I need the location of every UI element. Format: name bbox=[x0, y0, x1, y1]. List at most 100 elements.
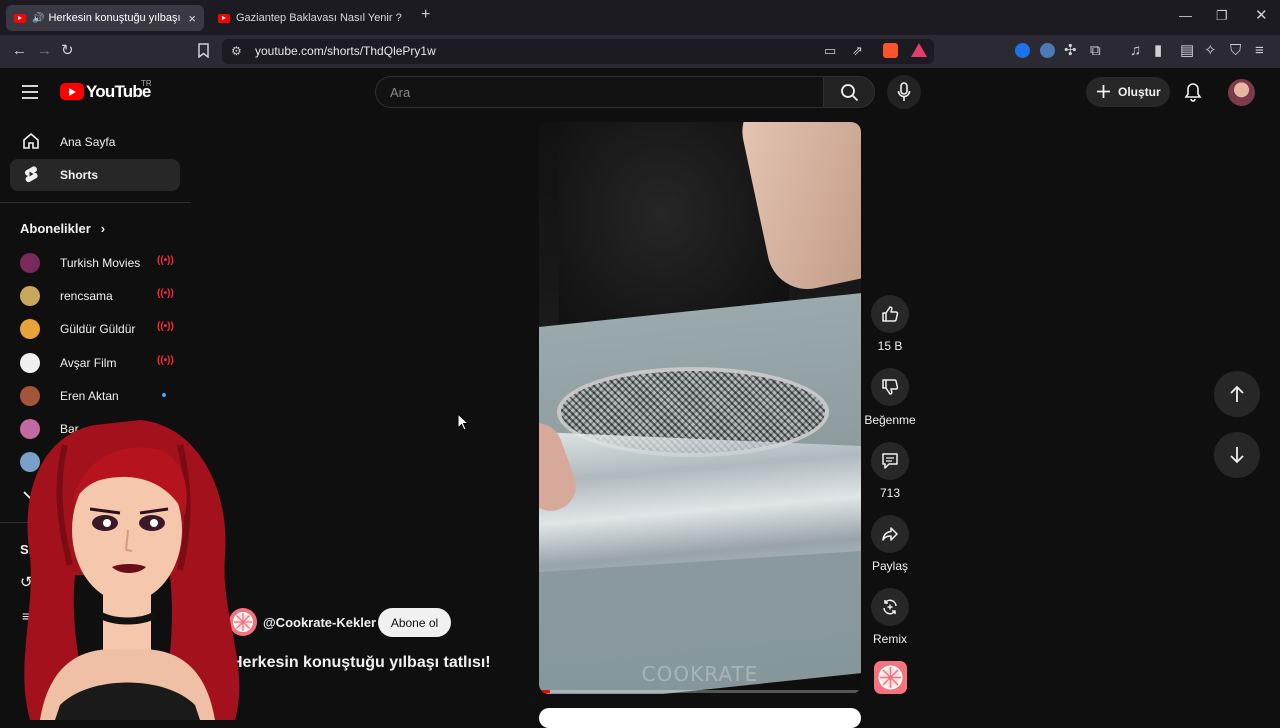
subscription-item[interactable]: Turkish Movies ((•)) bbox=[20, 253, 180, 273]
channel-name: Turkish Movies bbox=[60, 256, 141, 270]
shorts-video-player[interactable]: COOKRATE bbox=[539, 122, 861, 694]
create-button[interactable]: Oluştur bbox=[1086, 77, 1170, 107]
youtube-logo-icon[interactable] bbox=[60, 83, 84, 100]
leo-ai-icon[interactable]: ✧ bbox=[1204, 43, 1217, 59]
dislike-button[interactable] bbox=[871, 368, 909, 406]
voice-search-button[interactable] bbox=[887, 75, 921, 109]
microphone-icon bbox=[897, 82, 911, 101]
close-tab-icon[interactable]: × bbox=[188, 11, 196, 26]
restore-icon[interactable]: ❐ bbox=[1216, 8, 1228, 24]
channel-avatar bbox=[20, 286, 40, 306]
shorts-icon bbox=[24, 166, 38, 183]
minimize-icon[interactable]: — bbox=[1179, 8, 1192, 23]
extensions-puzzle-icon[interactable]: ✣ bbox=[1064, 43, 1077, 59]
arrow-up-icon bbox=[1230, 385, 1244, 402]
short-title[interactable]: Herkesin konuştuğu yılbaşı tatlısı! bbox=[231, 654, 491, 672]
subscriptions-heading[interactable]: Abonelikler › bbox=[20, 221, 105, 236]
thumbs-down-icon bbox=[882, 379, 899, 395]
like-count: 15 B bbox=[877, 339, 903, 353]
notifications-bell-icon[interactable] bbox=[1184, 82, 1202, 102]
extension-icon[interactable]: ⧉ bbox=[1090, 43, 1101, 59]
channel-handle[interactable]: @Cookrate-Kekler bbox=[263, 615, 376, 630]
url-text[interactable]: youtube.com/shorts/ThdQlePry1w bbox=[255, 44, 436, 58]
hamburger-menu-icon[interactable] bbox=[21, 84, 39, 100]
sidebar-item-home[interactable]: Ana Sayfa bbox=[10, 126, 180, 158]
like-button[interactable] bbox=[871, 295, 909, 333]
sidebar-item-label: Shorts bbox=[60, 168, 99, 182]
youtube-favicon-icon bbox=[218, 13, 230, 23]
live-icon: ((•)) bbox=[157, 321, 174, 332]
video-watermark: COOKRATE bbox=[641, 662, 759, 686]
share-page-icon[interactable]: ⇗ bbox=[852, 43, 863, 59]
search-input[interactable]: Ara bbox=[375, 76, 823, 108]
channel-name: rencsama bbox=[60, 289, 113, 303]
media-music-icon[interactable]: ♫ bbox=[1130, 43, 1141, 59]
subscription-item[interactable]: Güldür Güldür ((•)) bbox=[20, 319, 180, 339]
close-window-icon[interactable]: ✕ bbox=[1255, 6, 1268, 24]
previous-short-button[interactable] bbox=[1214, 371, 1260, 417]
sidebar-toggle-icon[interactable]: ▮ bbox=[1154, 43, 1162, 59]
youtube-favicon-icon bbox=[14, 13, 26, 23]
speaker-icon[interactable]: 🔊 bbox=[32, 13, 44, 24]
back-icon[interactable]: ← bbox=[12, 43, 27, 59]
subscription-item[interactable]: Eren Aktan bbox=[20, 386, 180, 406]
forward-icon[interactable]: → bbox=[37, 43, 52, 59]
channel-avatar bbox=[20, 253, 40, 273]
subscribe-button[interactable]: Abone ol bbox=[378, 608, 451, 637]
bookmark-icon[interactable] bbox=[197, 43, 210, 62]
channel-name: Eren Aktan bbox=[60, 389, 119, 403]
channel-avatar bbox=[20, 353, 40, 373]
plus-icon bbox=[1097, 85, 1110, 98]
new-content-dot bbox=[162, 393, 166, 397]
sidebar-item-label: Ana Sayfa bbox=[60, 135, 116, 149]
wallet-icon[interactable]: ▤ bbox=[1180, 43, 1194, 59]
live-icon: ((•)) bbox=[157, 355, 174, 366]
extension-icon[interactable] bbox=[1040, 43, 1055, 58]
cast-icon[interactable]: ▭ bbox=[824, 43, 836, 59]
video-progress-bar[interactable] bbox=[539, 690, 861, 693]
next-short-button[interactable] bbox=[1214, 432, 1260, 478]
share-button[interactable] bbox=[871, 515, 909, 553]
remix-button[interactable] bbox=[871, 588, 909, 626]
next-short-preview[interactable] bbox=[539, 708, 861, 728]
extension-icon[interactable] bbox=[1015, 43, 1030, 58]
arrow-down-icon bbox=[1230, 447, 1244, 464]
mouse-cursor-icon bbox=[457, 413, 469, 431]
comments-button[interactable] bbox=[871, 442, 909, 480]
brave-shields-icon[interactable] bbox=[883, 43, 898, 58]
reload-icon[interactable]: ↻ bbox=[61, 43, 74, 59]
sound-channel-thumbnail[interactable] bbox=[874, 661, 907, 694]
subscription-item[interactable]: Avşar Film ((•)) bbox=[20, 353, 180, 373]
remix-label: Remix bbox=[872, 632, 907, 646]
sidebar-divider bbox=[0, 202, 191, 203]
browser-tab-active[interactable]: 🔊 Herkesin konuştuğu yılbaşı ta × bbox=[6, 5, 204, 31]
share-label: Paylaş bbox=[871, 559, 909, 573]
menu-icon[interactable]: ≡ bbox=[1255, 43, 1264, 59]
remix-icon bbox=[883, 599, 897, 615]
browser-tab[interactable]: Gaziantep Baklavası Nasıl Yenir ? - Ke bbox=[210, 5, 410, 31]
live-icon: ((•)) bbox=[157, 255, 174, 266]
comment-icon bbox=[882, 453, 898, 469]
vpn-shield-icon[interactable]: ⛉ bbox=[1230, 43, 1241, 59]
video-progress-fill bbox=[539, 690, 551, 693]
browser-tab-bar: 🔊 Herkesin konuştuğu yılbaşı ta × Gazian… bbox=[0, 0, 1280, 35]
search-button[interactable] bbox=[823, 76, 875, 108]
share-arrow-icon bbox=[882, 527, 898, 541]
citrus-slice-icon bbox=[878, 665, 903, 690]
site-settings-icon[interactable]: ⚙ bbox=[231, 43, 242, 59]
user-avatar[interactable] bbox=[1228, 79, 1255, 106]
comment-count: 713 bbox=[879, 486, 901, 500]
streamer-avatar-overlay bbox=[24, 420, 240, 720]
dislike-label: Beğenme bbox=[864, 413, 916, 427]
create-label: Oluştur bbox=[1118, 85, 1161, 99]
tab-title: Herkesin konuştuğu yılbaşı ta bbox=[48, 12, 183, 24]
region-code: TR bbox=[141, 79, 152, 88]
channel-name: Güldür Güldür bbox=[60, 322, 136, 336]
thumbs-up-icon bbox=[882, 306, 899, 322]
brave-rewards-icon[interactable] bbox=[911, 43, 927, 57]
live-icon: ((•)) bbox=[157, 288, 174, 299]
new-tab-plus-icon[interactable]: + bbox=[421, 6, 430, 24]
subscription-item[interactable]: rencsama ((•)) bbox=[20, 286, 180, 306]
channel-avatar bbox=[20, 386, 40, 406]
sidebar-item-shorts[interactable]: Shorts bbox=[10, 159, 180, 191]
